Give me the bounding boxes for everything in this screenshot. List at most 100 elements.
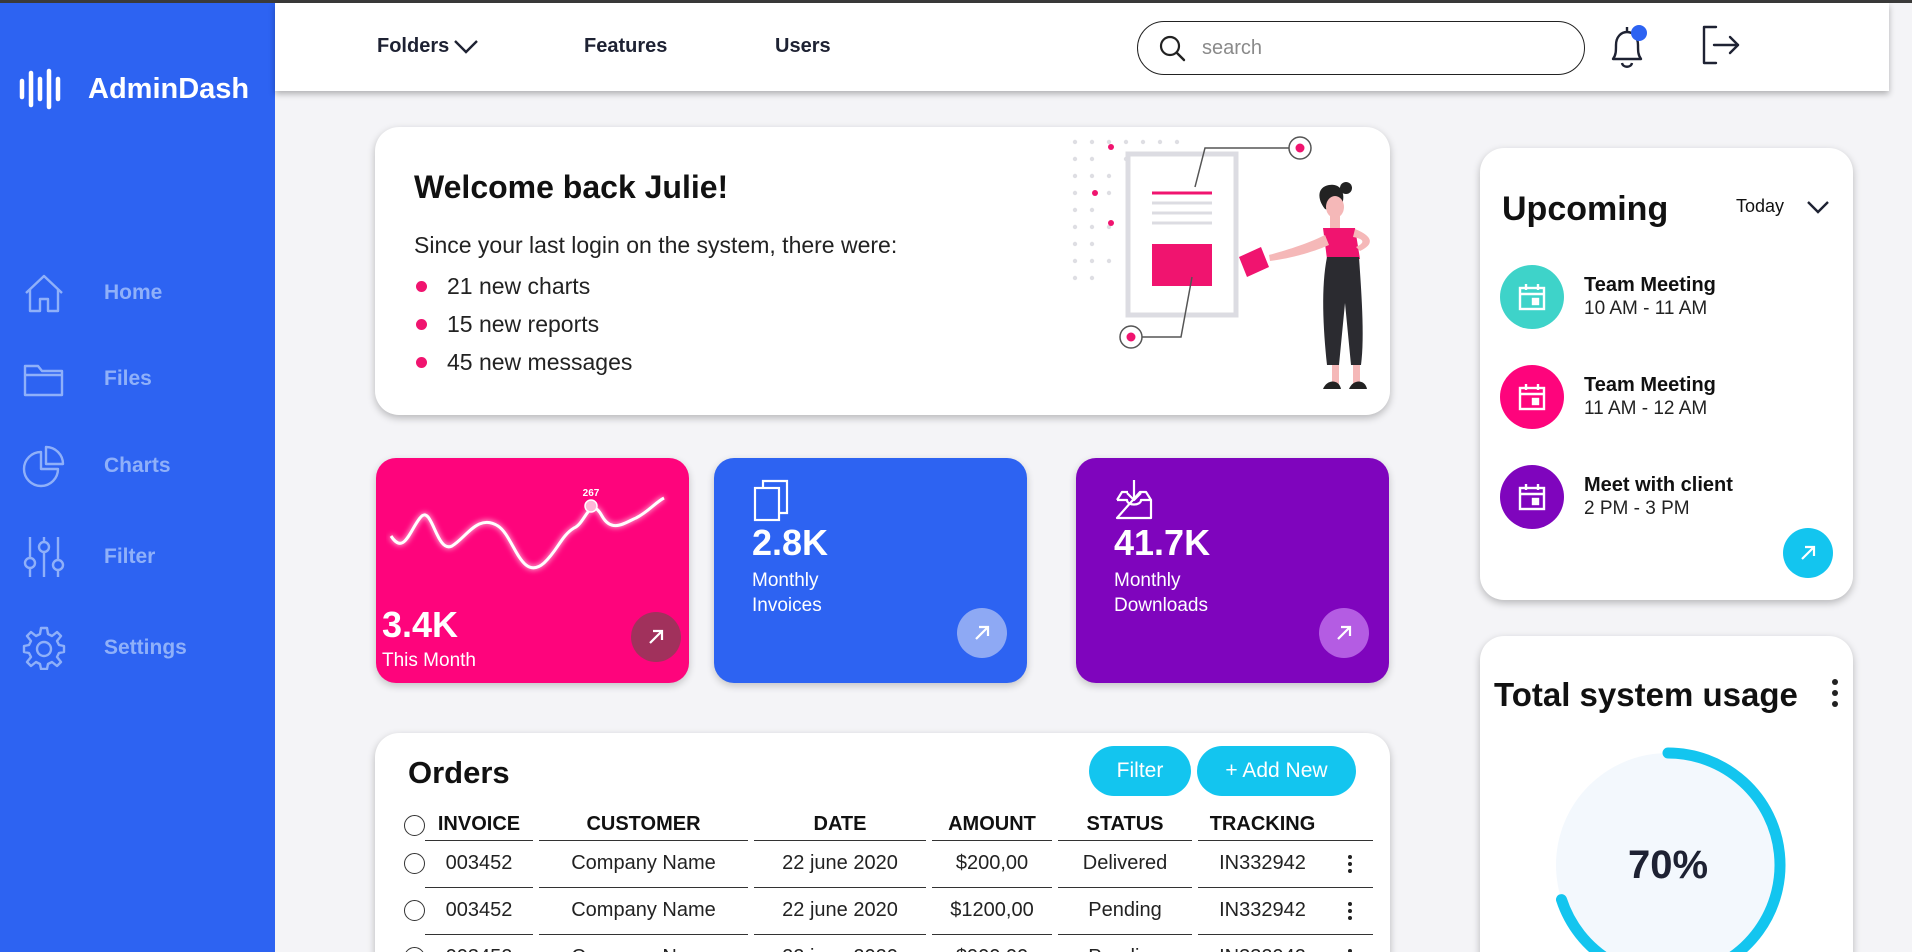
table-row[interactable]: 003452 Company Name 22 june 2020 $900,00… <box>393 934 1373 952</box>
dashboard-page: AdminDash Home Files Charts Filter Setti… <box>0 0 1912 952</box>
sparkline-peak-marker <box>584 499 598 513</box>
calendar-icon <box>1518 384 1546 411</box>
event-time: 2 PM - 3 PM <box>1584 498 1690 519</box>
event-item[interactable]: Meet with client 2 PM - 3 PM <box>1500 465 1733 529</box>
search-input[interactable] <box>1202 36 1562 60</box>
open-arrow-button[interactable] <box>957 608 1007 658</box>
usage-title: Total system usage <box>1494 676 1798 713</box>
cell-amount: $900,00 <box>932 934 1052 952</box>
list-item: 15 new reports <box>414 305 632 343</box>
calendar-icon <box>1518 284 1546 311</box>
nav-features[interactable]: Features <box>584 35 667 58</box>
usage-percent: 70% <box>1627 843 1709 887</box>
cell-date: 22 june 2020 <box>754 840 926 888</box>
cell-status: Delivered <box>1058 840 1192 888</box>
event-item[interactable]: Team Meeting 10 AM - 11 AM <box>1500 265 1716 329</box>
list-item-text: 21 new charts <box>447 272 591 299</box>
open-upcoming-button[interactable] <box>1783 528 1833 578</box>
event-item[interactable]: Team Meeting 11 AM - 12 AM <box>1500 365 1716 429</box>
stat-card-this-month[interactable]: 267 3.4K This Month <box>376 458 689 683</box>
upcoming-title: Upcoming <box>1502 190 1669 228</box>
sidebar-item-filter[interactable]: Filter <box>22 535 155 579</box>
cell-invoice: 003452 <box>425 840 533 888</box>
stat-card-downloads[interactable]: 41.7K Monthly Downloads <box>1076 458 1389 683</box>
event-title: Team Meeting <box>1584 274 1716 296</box>
nav-folders[interactable]: Folders <box>377 35 479 58</box>
gear-icon <box>22 626 66 670</box>
upcoming-card: Upcoming Today Team Meeting 10 AM - 11 A… <box>1480 148 1853 600</box>
row-menu-icon[interactable] <box>1348 854 1352 873</box>
event-title: Meet with client <box>1584 474 1733 496</box>
event-time: 11 AM - 12 AM <box>1584 398 1708 419</box>
table-header-row: INVOICE CUSTOMER DATE AMOUNT STATUS TRAC… <box>393 810 1373 841</box>
stat-label-line: Monthly <box>1114 570 1181 591</box>
cell-date: 22 june 2020 <box>754 887 926 935</box>
welcome-card: Welcome back Julie! Since your last logi… <box>375 127 1390 415</box>
open-arrow-button[interactable] <box>1319 608 1369 658</box>
cell-amount: $1200,00 <box>932 887 1052 935</box>
system-usage-card: Total system usage 70% <box>1480 636 1853 952</box>
column-header[interactable]: STATUS <box>1058 810 1192 841</box>
column-header[interactable]: CUSTOMER <box>539 810 748 841</box>
stat-label-line: Monthly <box>752 570 819 591</box>
documents-icon <box>753 479 789 522</box>
cell-customer: Company Name <box>539 840 748 888</box>
sliders-icon <box>23 537 65 577</box>
stat-label: Monthly Invoices <box>752 568 822 618</box>
sparkline-peak-label: 267 <box>583 488 600 499</box>
welcome-title: Welcome back Julie! <box>414 169 729 205</box>
column-header[interactable]: TRACKING <box>1198 810 1327 841</box>
row-select-radio[interactable] <box>404 853 425 875</box>
sparkline-chart: 267 <box>389 488 665 570</box>
open-arrow-button[interactable] <box>631 612 681 662</box>
filter-button[interactable]: Filter <box>1089 746 1191 796</box>
column-header[interactable]: DATE <box>754 810 926 841</box>
nav-users[interactable]: Users <box>775 35 831 58</box>
list-item-text: 45 new messages <box>447 348 633 375</box>
brand-name: AdminDash <box>88 72 250 105</box>
stat-card-invoices[interactable]: 2.8K Monthly Invoices <box>714 458 1027 683</box>
cell-tracking: IN332942 <box>1198 887 1327 935</box>
logout-icon[interactable] <box>1698 23 1742 67</box>
add-new-button[interactable]: + Add New <box>1197 746 1356 796</box>
sidebar-item-home[interactable]: Home <box>22 271 162 315</box>
row-select-radio[interactable] <box>404 947 425 952</box>
table-row[interactable]: 003452 Company Name 22 june 2020 $200,00… <box>393 840 1373 888</box>
stat-label-line: Invoices <box>752 595 822 616</box>
usage-menu-icon[interactable] <box>1832 679 1838 707</box>
brand[interactable]: AdminDash <box>18 67 249 111</box>
event-icon-badge <box>1500 365 1564 429</box>
sidebar-item-label: Home <box>104 281 163 304</box>
cell-date: 22 june 2020 <box>754 934 926 952</box>
column-header[interactable]: AMOUNT <box>932 810 1052 841</box>
select-all-radio[interactable] <box>404 814 425 836</box>
arrow-up-right-icon <box>649 629 664 644</box>
event-time: 10 AM - 11 AM <box>1584 298 1708 319</box>
download-tray-icon <box>1115 480 1153 520</box>
pie-chart-icon <box>22 445 65 488</box>
scrollbar-track[interactable] <box>1897 91 1912 952</box>
orders-card: Orders Filter + Add New INVOICE CUSTOMER… <box>375 733 1390 952</box>
column-header[interactable]: INVOICE <box>425 810 533 841</box>
range-select[interactable]: Today <box>1736 196 1830 217</box>
sidebar-item-files[interactable]: Files <box>22 357 152 401</box>
list-item: 21 new charts <box>414 267 632 305</box>
event-icon-badge <box>1500 265 1564 329</box>
table-row[interactable]: 003452 Company Name 22 june 2020 $1200,0… <box>393 887 1373 935</box>
sound-bars-icon <box>19 68 61 110</box>
row-menu-icon[interactable] <box>1348 901 1352 920</box>
cell-invoice: 003452 <box>425 887 533 935</box>
event-icon-badge <box>1500 465 1564 529</box>
row-select-radio[interactable] <box>404 900 425 922</box>
sidebar-item-charts[interactable]: Charts <box>22 444 171 488</box>
cell-tracking: IN332942 <box>1198 840 1327 888</box>
arrow-up-right-icon <box>1801 545 1816 560</box>
sidebar-item-label: Charts <box>104 454 171 477</box>
chevron-down-icon <box>454 39 479 54</box>
sidebar-item-settings[interactable]: Settings <box>22 626 187 670</box>
list-item-text: 15 new reports <box>447 310 600 337</box>
calendar-icon <box>1518 484 1546 511</box>
range-select-value: Today <box>1736 196 1785 216</box>
bullet-dot <box>416 356 427 368</box>
orders-title: Orders <box>408 755 510 790</box>
